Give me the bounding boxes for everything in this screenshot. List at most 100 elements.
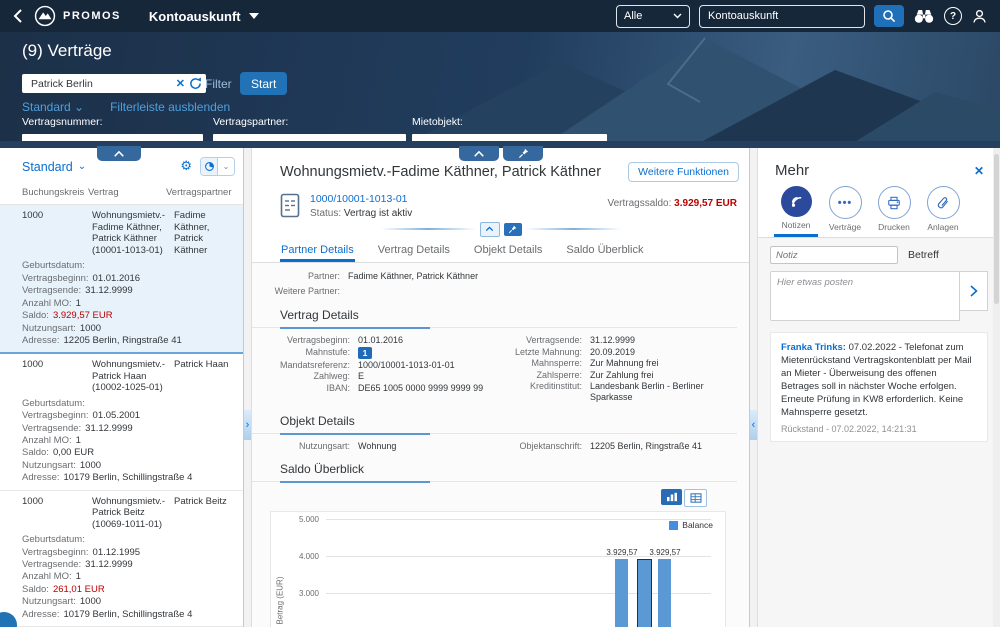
hide-filterbar-link[interactable]: Filterleiste ausblenden: [110, 100, 230, 114]
shell-actions: Alle ?: [616, 5, 1000, 28]
chevron-up-icon: [473, 150, 485, 158]
legend-swatch: [669, 521, 678, 530]
notes-body: Betreff Hier etwas posten Franka Trinks:…: [758, 238, 1000, 627]
status-value: Vertrag ist aktiv: [344, 208, 412, 219]
chart-bar[interactable]: [637, 559, 652, 627]
chart-bar[interactable]: [658, 559, 671, 627]
paperclip-icon: [936, 196, 950, 210]
chevron-up-icon: [113, 150, 125, 158]
tab-partner-details[interactable]: Partner Details: [280, 239, 355, 262]
column-header[interactable]: Vertragspartner: [166, 187, 237, 198]
vertragsnummer-label: Vertragsnummer:: [22, 116, 195, 128]
profile-button[interactable]: [971, 8, 988, 25]
search-button[interactable]: [874, 5, 904, 27]
export-menu-button[interactable]: ⌄: [217, 158, 234, 175]
app-title: Kontoauskunft: [149, 9, 241, 24]
title-dropdown-icon[interactable]: [249, 13, 259, 19]
back-button[interactable]: [0, 8, 34, 24]
nav-anlagen[interactable]: Anlagen: [923, 186, 963, 237]
saldo-chart-plot: Betrag (EUR) Balance 5.0004.0003.0002.00…: [270, 511, 726, 627]
chart-view-button[interactable]: [661, 489, 682, 505]
export-icon: [204, 161, 215, 172]
help-button[interactable]: ?: [944, 7, 962, 25]
contract-search-input[interactable]: [29, 77, 172, 91]
help-icon: ?: [950, 11, 956, 22]
scrollbar[interactable]: [993, 148, 1000, 627]
tab-saldo-ueberblick[interactable]: Saldo Überblick: [565, 239, 644, 262]
page-title: (9) Verträge: [22, 41, 112, 61]
pin-header-tab[interactable]: [503, 146, 543, 161]
pin-icon: [518, 148, 529, 159]
status-label: Status:: [310, 208, 341, 219]
detail-content: Partner:Fadime Käthner, Patrick Käthner …: [252, 263, 749, 627]
list-item-details: Geburtsdatum: Vertragsbeginn:01.12.1995 …: [22, 534, 237, 621]
close-icon[interactable]: ✕: [970, 162, 988, 180]
contract-number-link[interactable]: 1000/10001-1013-01: [310, 193, 412, 205]
search-scope-select[interactable]: Alle: [616, 5, 690, 28]
list-item[interactable]: 1000 Wohnungsmietv.-Patrick Haan (10002-…: [0, 354, 243, 490]
chart-bar-label: 3.929,57: [644, 548, 686, 557]
cell-partner: Patrick Beitz: [174, 496, 237, 531]
pin-icon: [508, 225, 517, 234]
search-icon: [882, 9, 896, 23]
tab-objekt-details[interactable]: Objekt Details: [473, 239, 543, 262]
column-header[interactable]: Vertrag: [88, 187, 166, 198]
note-meta: Rückstand - 07.02.2022, 14:21:31: [781, 424, 977, 434]
contract-search-field[interactable]: ✕: [22, 74, 206, 93]
nav-drucken[interactable]: Drucken: [874, 186, 914, 237]
list-item-details: Geburtsdatum: Vertragsbeginn:01.01.2016 …: [22, 260, 237, 347]
send-note-button[interactable]: [960, 271, 988, 311]
scope-value: Alle: [624, 10, 642, 22]
pin-button[interactable]: [504, 223, 522, 236]
bar-chart-icon: [666, 492, 678, 502]
list-view-selector[interactable]: Standard⌄: [22, 160, 86, 174]
scrollbar-thumb[interactable]: [994, 154, 999, 304]
tab-vertrag-details[interactable]: Vertrag Details: [377, 239, 451, 262]
refresh-icon[interactable]: [189, 77, 202, 90]
list-item[interactable]: 1000 Wohnungsmietv.-Patrick Beitz (10069…: [0, 491, 243, 627]
chart-gridline: [326, 593, 711, 594]
splitter-right[interactable]: ‹: [749, 148, 758, 627]
standard-view-dropdown[interactable]: Standard ⌄: [22, 100, 84, 114]
chart-bar[interactable]: [615, 559, 628, 627]
vertragssaldo-value: 3.929,57 EUR: [674, 198, 737, 209]
section-saldo-ueberblick: Saldo Überblick: [280, 462, 737, 476]
partner-label: Partner:: [252, 270, 348, 284]
post-textarea[interactable]: Hier etwas posten: [770, 271, 960, 321]
table-view-button[interactable]: [684, 489, 707, 507]
binoculars-button[interactable]: [913, 8, 935, 24]
gear-icon[interactable]: ⚙: [180, 159, 192, 174]
column-header[interactable]: Buchungskreis: [22, 187, 88, 198]
chart-y-tick: 4.000: [271, 552, 319, 561]
vertragssaldo-label: Vertragssaldo:: [607, 198, 671, 209]
promos-logo: PROMOS: [34, 5, 121, 27]
splitter-left[interactable]: ›: [243, 148, 252, 627]
chevron-down-icon: [673, 13, 682, 19]
vertragspartner-input[interactable]: [213, 134, 406, 149]
more-panel-title: Mehr: [775, 162, 809, 179]
note-card[interactable]: Franka Trinks: 07.02.2022 - Telefonat zu…: [770, 332, 988, 442]
cell-partner: Patrick Haan: [174, 359, 237, 394]
section-divider: [252, 327, 737, 328]
chart-gridline: [326, 519, 711, 520]
nav-notizen[interactable]: Notizen: [776, 186, 816, 237]
more-functions-button[interactable]: Weitere Funktionen: [628, 162, 739, 182]
binoculars-icon: [913, 8, 935, 24]
collapse-list-tab[interactable]: [97, 146, 141, 161]
chart-bar-label: 3.929,57: [601, 548, 643, 557]
printer-icon: [887, 196, 901, 210]
header-collapse-controls: [252, 219, 749, 239]
partner-value: Fadime Käthner, Patrick Käthner: [348, 270, 478, 284]
nav-vertraege[interactable]: ••• Verträge: [825, 186, 865, 237]
start-button[interactable]: Start: [240, 72, 287, 95]
collapse-button[interactable]: [480, 222, 500, 237]
more-panel: Mehr ✕ Notizen ••• Verträge: [758, 148, 1000, 627]
chevron-left-icon[interactable]: ‹: [750, 410, 757, 440]
chevron-right-icon[interactable]: ›: [244, 410, 251, 440]
clear-search-icon[interactable]: ✕: [172, 77, 189, 90]
global-search-input[interactable]: [699, 5, 865, 28]
notiz-subject-input[interactable]: [770, 246, 898, 264]
list-item[interactable]: 1000 Wohnungsmietv.-Fadime Käthner, Patr…: [0, 205, 243, 354]
export-button[interactable]: [201, 158, 217, 175]
collapse-header-tab[interactable]: [459, 146, 499, 161]
